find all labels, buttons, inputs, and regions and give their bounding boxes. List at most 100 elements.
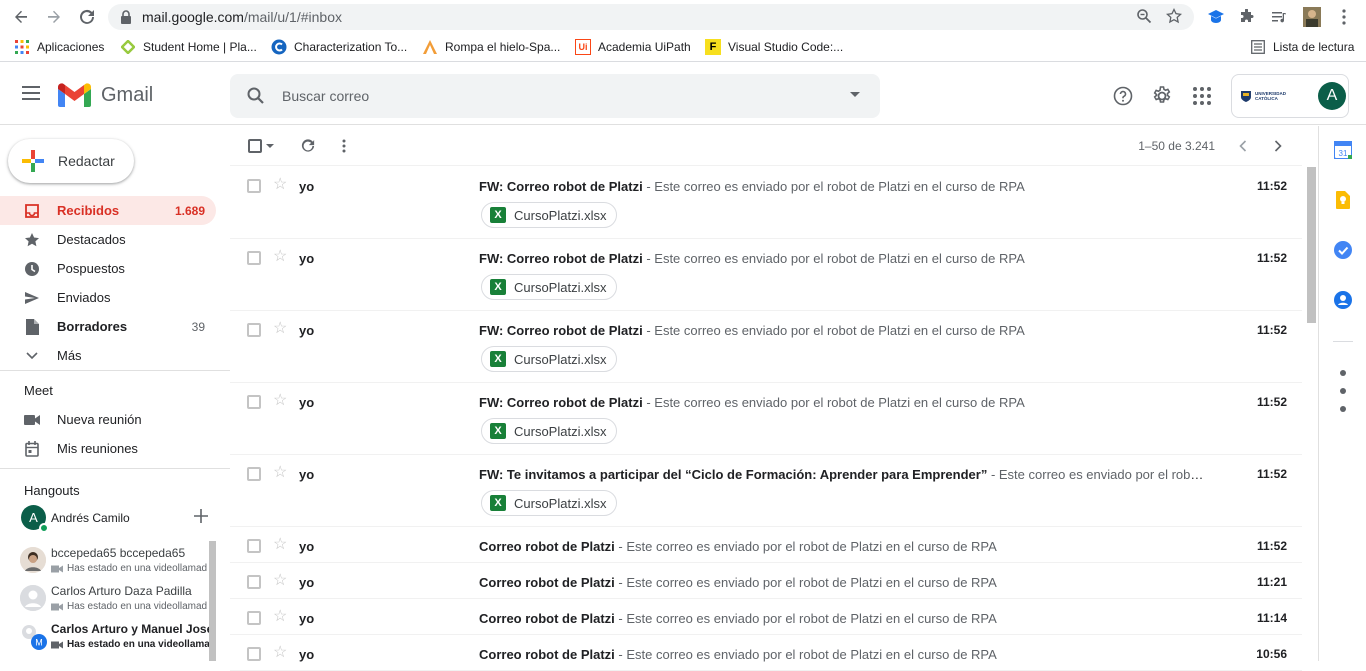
scrollbar-thumb[interactable]	[1307, 167, 1316, 323]
select-all-checkbox[interactable]	[246, 136, 276, 156]
profile-avatar-icon[interactable]	[1301, 6, 1323, 28]
hangouts-self-name[interactable]: Andrés Camilo	[51, 511, 130, 525]
row-checkbox[interactable]	[247, 323, 261, 337]
extension-cap-icon[interactable]	[1205, 6, 1227, 28]
forward-button[interactable]	[42, 5, 66, 29]
sidebar-item-pospuestos[interactable]: Pospuestos	[0, 254, 216, 283]
row-checkbox[interactable]	[247, 647, 261, 661]
search-input[interactable]	[282, 85, 802, 107]
contacts-icon[interactable]	[1333, 290, 1353, 310]
attachment-chip[interactable]: X CursoPlatzi.xlsx	[481, 490, 618, 516]
google-apps-button[interactable]	[1190, 84, 1214, 108]
media-queue-icon[interactable]	[1268, 6, 1290, 28]
row-checkbox[interactable]	[247, 611, 261, 625]
help-button[interactable]	[1111, 84, 1135, 108]
email-row[interactable]: ☆ yo Correo robot de Platzi - Este corre…	[230, 635, 1302, 671]
search-options-icon[interactable]	[850, 92, 860, 97]
gmail-m-icon	[58, 83, 91, 107]
reload-button[interactable]	[75, 5, 99, 29]
email-row[interactable]: ☆ yo FW: Te invitamos a participar del “…	[230, 455, 1302, 527]
star-toggle-icon[interactable]: ☆	[273, 464, 287, 482]
bookmark-rompa-hielo[interactable]: Rompa el hielo-Spa...	[422, 39, 560, 55]
meet-my-meetings[interactable]: Mis reuniones	[0, 434, 216, 463]
compose-button[interactable]: Redactar	[8, 139, 134, 183]
zoom-icon[interactable]	[1136, 8, 1152, 24]
more-options-button[interactable]	[340, 136, 348, 156]
email-sender: yo	[299, 251, 315, 266]
email-row[interactable]: ☆ yo Correo robot de Platzi - Este corre…	[230, 527, 1302, 563]
email-time: 11:52	[1256, 323, 1287, 337]
excel-file-icon: X	[490, 207, 506, 223]
hangouts-contact[interactable]: Carlos Arturo Daza Padilla Has estado en…	[20, 581, 220, 617]
account-avatar[interactable]: A	[1318, 82, 1346, 110]
bookmark-characterization[interactable]: Characterization To...	[271, 39, 407, 55]
meet-new-meeting[interactable]: Nueva reunión	[0, 405, 216, 434]
hangouts-contact[interactable]: M Carlos Arturo y Manuel Jose Has estado…	[20, 619, 220, 655]
email-row[interactable]: ☆ yo Correo robot de Platzi - Este corre…	[230, 599, 1302, 635]
email-snippet: - Este correo es enviado por el robot de…	[642, 179, 1025, 194]
email-subject: FW: Correo robot de Platzi	[479, 251, 643, 266]
star-toggle-icon[interactable]: ☆	[273, 392, 287, 410]
sidebar-item-mas[interactable]: Más	[0, 341, 216, 370]
bookmark-star-icon[interactable]	[1166, 8, 1182, 24]
tasks-icon[interactable]	[1333, 240, 1353, 260]
star-toggle-icon[interactable]: ☆	[273, 248, 287, 266]
star-toggle-icon[interactable]: ☆	[273, 608, 287, 626]
email-row[interactable]: ☆ yo FW: Correo robot de Platzi - Este c…	[230, 167, 1302, 239]
star-toggle-icon[interactable]: ☆	[273, 176, 287, 194]
row-checkbox[interactable]	[247, 395, 261, 409]
star-toggle-icon[interactable]: ☆	[273, 320, 287, 338]
bookmark-uipath[interactable]: Ui Academia UiPath	[575, 39, 691, 55]
older-page-button[interactable]	[1271, 136, 1285, 156]
newer-page-button[interactable]	[1236, 136, 1250, 156]
attachment-chip[interactable]: X CursoPlatzi.xlsx	[481, 202, 618, 228]
email-row[interactable]: ☆ yo FW: Correo robot de Platzi - Este c…	[230, 239, 1302, 311]
sidebar-item-destacados[interactable]: Destacados	[0, 225, 216, 254]
gmail-logo[interactable]: Gmail	[58, 83, 153, 107]
bookmark-vscode[interactable]: F Visual Studio Code:...	[705, 39, 843, 55]
search-bar[interactable]	[230, 74, 880, 118]
back-button[interactable]	[9, 5, 33, 29]
email-list-scrollbar[interactable]	[1305, 167, 1317, 661]
settings-button[interactable]	[1150, 84, 1174, 108]
refresh-button[interactable]	[300, 136, 316, 156]
address-bar[interactable]: mail.google.com/mail/u/1/#inbox	[108, 4, 1194, 30]
add-conversation-button[interactable]	[194, 509, 210, 525]
calendar-icon	[24, 441, 40, 457]
bookmark-student-home[interactable]: Student Home | Pla...	[120, 39, 257, 55]
row-checkbox[interactable]	[247, 467, 261, 481]
panel-dot	[1340, 370, 1346, 376]
email-row[interactable]: ☆ yo FW: Correo robot de Platzi - Este c…	[230, 383, 1302, 455]
keep-icon[interactable]	[1333, 190, 1353, 210]
email-snippet: - Este correo es enviado por el robot de…	[642, 251, 1025, 266]
email-snippet: - Este correo es enviado por el robot de…	[614, 539, 997, 554]
bookmark-aplicaciones[interactable]: Aplicaciones	[14, 39, 104, 55]
attachment-chip[interactable]: X CursoPlatzi.xlsx	[481, 274, 618, 300]
star-toggle-icon[interactable]: ☆	[273, 536, 287, 554]
chevron-down-icon	[24, 348, 40, 364]
sidebar-item-enviados[interactable]: Enviados	[0, 283, 216, 312]
hangouts-scrollbar[interactable]	[209, 541, 216, 661]
attachment-name: CursoPlatzi.xlsx	[514, 351, 607, 367]
row-checkbox[interactable]	[247, 539, 261, 553]
star-toggle-icon[interactable]: ☆	[273, 644, 287, 662]
extensions-puzzle-icon[interactable]	[1236, 6, 1258, 28]
email-row[interactable]: ☆ yo Correo robot de Platzi - Este corre…	[230, 563, 1302, 599]
search-icon[interactable]	[246, 86, 266, 106]
row-checkbox[interactable]	[247, 179, 261, 193]
attachment-chip[interactable]: X CursoPlatzi.xlsx	[481, 418, 618, 444]
meet-new-meeting-label: Nueva reunión	[57, 412, 142, 427]
sidebar-item-borradores[interactable]: Borradores 39	[0, 312, 216, 341]
browser-menu-icon[interactable]	[1333, 6, 1355, 28]
email-row[interactable]: ☆ yo FW: Correo robot de Platzi - Este c…	[230, 311, 1302, 383]
sidebar-item-recibidos[interactable]: Recibidos 1.689	[0, 196, 216, 225]
attachment-chip[interactable]: X CursoPlatzi.xlsx	[481, 346, 618, 372]
row-checkbox[interactable]	[247, 575, 261, 589]
main-menu-button[interactable]	[22, 86, 42, 106]
account-switcher[interactable]: UNIVERSIDAD CATÓLICA A	[1231, 74, 1349, 118]
row-checkbox[interactable]	[247, 251, 261, 265]
calendar-icon[interactable]: 31	[1333, 140, 1353, 160]
hangouts-contact[interactable]: bccepeda65 bccepeda65 Has estado en una …	[20, 543, 220, 579]
reading-list[interactable]: Lista de lectura	[1250, 39, 1354, 55]
star-toggle-icon[interactable]: ☆	[273, 572, 287, 590]
